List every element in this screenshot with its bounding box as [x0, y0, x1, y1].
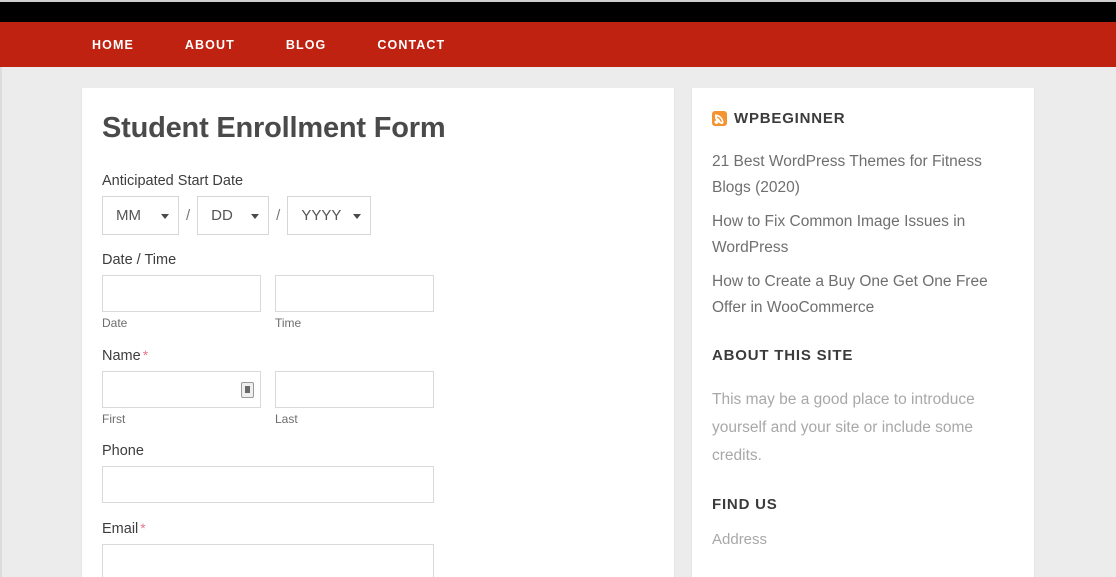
day-select-value: DD	[211, 207, 233, 224]
widget-rss-feed: WPBEGINNER 21 Best WordPress Themes for …	[712, 110, 1012, 321]
last-name-input[interactable]	[275, 371, 434, 408]
date-separator-1: /	[186, 207, 190, 224]
name-label: Name*	[102, 347, 646, 364]
autofill-icon[interactable]	[241, 382, 254, 398]
anticipated-start-date-label: Anticipated Start Date	[102, 173, 646, 189]
day-select[interactable]: DD	[197, 196, 269, 235]
sidebar: WPBEGINNER 21 Best WordPress Themes for …	[692, 88, 1034, 577]
email-input[interactable]	[102, 544, 434, 577]
nav-item-about[interactable]: ABOUT	[185, 38, 235, 52]
first-name-input[interactable]	[102, 371, 261, 408]
nav-item-contact[interactable]: CONTACT	[377, 38, 445, 52]
phone-label: Phone	[102, 443, 646, 459]
nav-item-home[interactable]: HOME	[92, 38, 134, 52]
date-input[interactable]	[102, 275, 261, 312]
first-name-column: First	[102, 371, 261, 426]
field-name: Name* First Last	[102, 347, 646, 426]
date-select-row: MM / DD / YYYY	[102, 196, 646, 235]
email-label: Email*	[102, 520, 646, 537]
feed-item-link[interactable]: 21 Best WordPress Themes for Fitness Blo…	[712, 149, 1012, 201]
rss-arcs-icon	[712, 111, 727, 126]
email-column	[102, 544, 434, 577]
date-time-label: Date / Time	[102, 252, 646, 268]
month-select[interactable]: MM	[102, 196, 179, 235]
name-label-text: Name	[102, 348, 141, 364]
rss-icon	[712, 111, 727, 126]
widget-find-us: FIND US Address	[712, 496, 1012, 548]
about-widget-body: This may be a good place to introduce yo…	[712, 386, 1012, 470]
date-column: Date	[102, 275, 261, 330]
phone-column	[102, 466, 434, 503]
time-input[interactable]	[275, 275, 434, 312]
field-phone: Phone	[102, 443, 646, 503]
field-anticipated-start-date: Anticipated Start Date MM / DD / YYYY	[102, 173, 646, 235]
last-name-column: Last	[275, 371, 434, 426]
page-title: Student Enrollment Form	[102, 112, 646, 145]
feed-item-link[interactable]: How to Fix Common Image Issues in WordPr…	[712, 209, 1012, 261]
name-row: First Last	[102, 371, 646, 426]
first-name-sublabel: First	[102, 412, 261, 426]
chevron-down-icon	[251, 214, 259, 219]
enrollment-form-card: Student Enrollment Form Anticipated Star…	[82, 88, 674, 577]
widget-about-this-site: ABOUT THIS SITE This may be a good place…	[712, 347, 1012, 470]
feed-item-link[interactable]: How to Create a Buy One Get One Free Off…	[712, 269, 1012, 321]
year-select-value: YYYY	[301, 207, 341, 224]
month-select-value: MM	[116, 207, 141, 224]
phone-input[interactable]	[102, 466, 434, 503]
chevron-down-icon	[161, 214, 169, 219]
findus-widget-subtitle: Address	[712, 531, 1012, 548]
year-select[interactable]: YYYY	[287, 196, 371, 235]
required-asterisk: *	[140, 520, 145, 536]
date-sublabel: Date	[102, 316, 261, 330]
about-widget-title: ABOUT THIS SITE	[712, 347, 1012, 364]
page-root: HOME ABOUT BLOG CONTACT Student Enrollme…	[0, 0, 1116, 577]
nav-item-blog[interactable]: BLOG	[286, 38, 327, 52]
top-black-bar	[0, 0, 1116, 22]
date-time-row: Date Time	[102, 275, 646, 330]
email-label-text: Email	[102, 521, 138, 537]
chevron-down-icon	[353, 214, 361, 219]
main-navigation: HOME ABOUT BLOG CONTACT	[0, 22, 1116, 67]
last-name-sublabel: Last	[275, 412, 434, 426]
field-date-time: Date / Time Date Time	[102, 252, 646, 330]
time-sublabel: Time	[275, 316, 434, 330]
first-name-wrapper	[102, 371, 261, 408]
findus-widget-title: FIND US	[712, 496, 1012, 513]
required-asterisk: *	[143, 347, 148, 363]
time-column: Time	[275, 275, 434, 330]
date-separator-2: /	[276, 207, 280, 224]
field-email: Email*	[102, 520, 646, 577]
rss-widget-title: WPBEGINNER	[712, 110, 1012, 127]
content-area: Student Enrollment Form Anticipated Star…	[0, 67, 1116, 577]
rss-widget-title-text: WPBEGINNER	[734, 110, 845, 127]
